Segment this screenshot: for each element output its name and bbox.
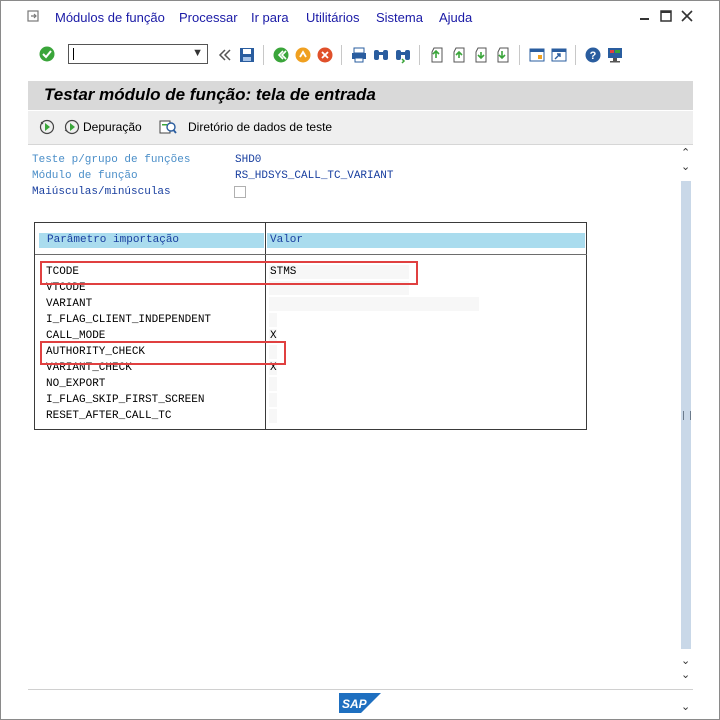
command-field[interactable]: ▼ bbox=[68, 44, 208, 64]
next-page-icon[interactable] bbox=[472, 46, 490, 64]
system-menu-icon[interactable] bbox=[27, 10, 41, 22]
check-icon[interactable] bbox=[38, 45, 56, 63]
param-variant: VARIANT bbox=[46, 298, 93, 310]
back-icon[interactable] bbox=[272, 46, 290, 64]
execute-icon bbox=[39, 119, 55, 135]
case-sensitive-label: Maiúsculas/minúsculas bbox=[32, 186, 171, 198]
highlight-authority-check-row bbox=[40, 341, 286, 365]
close-icon[interactable] bbox=[678, 7, 696, 25]
first-page-icon[interactable] bbox=[428, 46, 446, 64]
case-sensitive-checkbox[interactable] bbox=[234, 186, 246, 198]
toolbar-separator bbox=[341, 45, 342, 65]
header-value-cell bbox=[267, 233, 585, 248]
menu-sistema[interactable]: Sistema bbox=[376, 10, 423, 25]
menu-bar: Módulos de função Processar Ir para Util… bbox=[1, 1, 719, 34]
application-toolbar: Depuração Diretório de dados de teste bbox=[28, 111, 693, 145]
sap-window: Módulos de função Processar Ir para Util… bbox=[0, 0, 720, 720]
test-data-directory-label: Diretório de dados de teste bbox=[188, 120, 333, 134]
scroll-down-icon[interactable]: ⌄ bbox=[681, 654, 690, 667]
status-bar-divider bbox=[28, 689, 693, 690]
debug-button[interactable]: Depuração bbox=[64, 119, 142, 135]
save-icon[interactable] bbox=[238, 46, 256, 64]
toolbar-separator bbox=[419, 45, 420, 65]
sap-logo-text: SAP bbox=[342, 697, 368, 711]
param-skip-first-screen: I_FLAG_SKIP_FIRST_SCREEN bbox=[46, 394, 205, 406]
menu-modulos-de-funcao[interactable]: Módulos de função bbox=[55, 10, 165, 25]
menu-ir-para[interactable]: Ir para bbox=[251, 10, 289, 25]
value-input-variant[interactable] bbox=[269, 297, 479, 311]
test-data-directory-button[interactable]: Diretório de dados de teste bbox=[159, 119, 332, 135]
svg-text:?: ? bbox=[590, 50, 597, 62]
help-icon[interactable]: ? bbox=[584, 46, 602, 64]
double-left-arrow-icon[interactable] bbox=[216, 46, 234, 64]
menu-utilitarios[interactable]: Utilitários bbox=[306, 10, 359, 25]
value-input-client-independent[interactable] bbox=[269, 313, 277, 327]
scroll-bottom-icon[interactable]: ⌄ bbox=[681, 668, 690, 681]
screen-title-bar: Testar módulo de função: tela de entrada bbox=[28, 81, 693, 110]
create-session-icon[interactable] bbox=[528, 46, 546, 64]
shortcut-icon[interactable] bbox=[550, 46, 568, 64]
header-value: Valor bbox=[270, 234, 304, 246]
toolbar-separator bbox=[263, 45, 264, 65]
vertical-scrollbar[interactable]: ⌃ ⌄ ⌄ ⌄ bbox=[679, 146, 693, 686]
text-caret bbox=[73, 48, 74, 60]
cancel-icon[interactable] bbox=[316, 46, 334, 64]
print-icon[interactable] bbox=[350, 46, 368, 64]
function-module-label: Módulo de função bbox=[32, 170, 138, 182]
debug-icon bbox=[64, 119, 80, 135]
customize-layout-icon[interactable] bbox=[606, 46, 624, 64]
function-module-value: RS_HDSYS_CALL_TC_VARIANT bbox=[235, 170, 394, 182]
status-bar-toggle-icon[interactable]: ⌄ bbox=[681, 700, 690, 713]
find-next-icon[interactable] bbox=[394, 46, 412, 64]
menu-processar[interactable]: Processar bbox=[179, 10, 238, 25]
value-input-reset-after-call[interactable] bbox=[269, 409, 277, 423]
execute-button[interactable] bbox=[39, 119, 58, 135]
toolbar-separator bbox=[575, 45, 576, 65]
chevron-down-icon[interactable]: ▼ bbox=[192, 47, 203, 59]
menu-ajuda[interactable]: Ajuda bbox=[439, 10, 472, 25]
debug-label: Depuração bbox=[83, 120, 142, 134]
last-page-icon[interactable] bbox=[494, 46, 512, 64]
scroll-top-icon[interactable]: ⌃ bbox=[681, 146, 690, 159]
value-input-no-export[interactable] bbox=[269, 377, 277, 391]
value-input-skip-first-screen[interactable] bbox=[269, 393, 277, 407]
param-client-independent: I_FLAG_CLIENT_INDEPENDENT bbox=[46, 314, 212, 326]
header-divider bbox=[35, 254, 587, 255]
minimize-icon[interactable] bbox=[636, 7, 654, 25]
scroll-up-icon[interactable]: ⌄ bbox=[681, 160, 690, 173]
previous-page-icon[interactable] bbox=[450, 46, 468, 64]
function-group-label: Teste p/grupo de funções bbox=[32, 154, 191, 166]
toolbar-separator bbox=[519, 45, 520, 65]
param-reset-after-call: RESET_AFTER_CALL_TC bbox=[46, 410, 172, 422]
page-title: Testar módulo de função: tela de entrada bbox=[44, 85, 376, 104]
sap-logo: SAP bbox=[339, 693, 381, 713]
test-data-directory-icon bbox=[159, 120, 177, 134]
param-no-export: NO_EXPORT bbox=[46, 378, 106, 390]
exit-icon[interactable] bbox=[294, 46, 312, 64]
header-param: Parâmetro importação bbox=[47, 234, 180, 246]
highlight-tcode-row bbox=[40, 261, 418, 285]
find-icon[interactable] bbox=[372, 46, 390, 64]
function-group-value: SHD0 bbox=[235, 154, 262, 166]
maximize-icon[interactable] bbox=[657, 7, 675, 25]
scrollbar-grip-icon[interactable] bbox=[683, 411, 691, 420]
